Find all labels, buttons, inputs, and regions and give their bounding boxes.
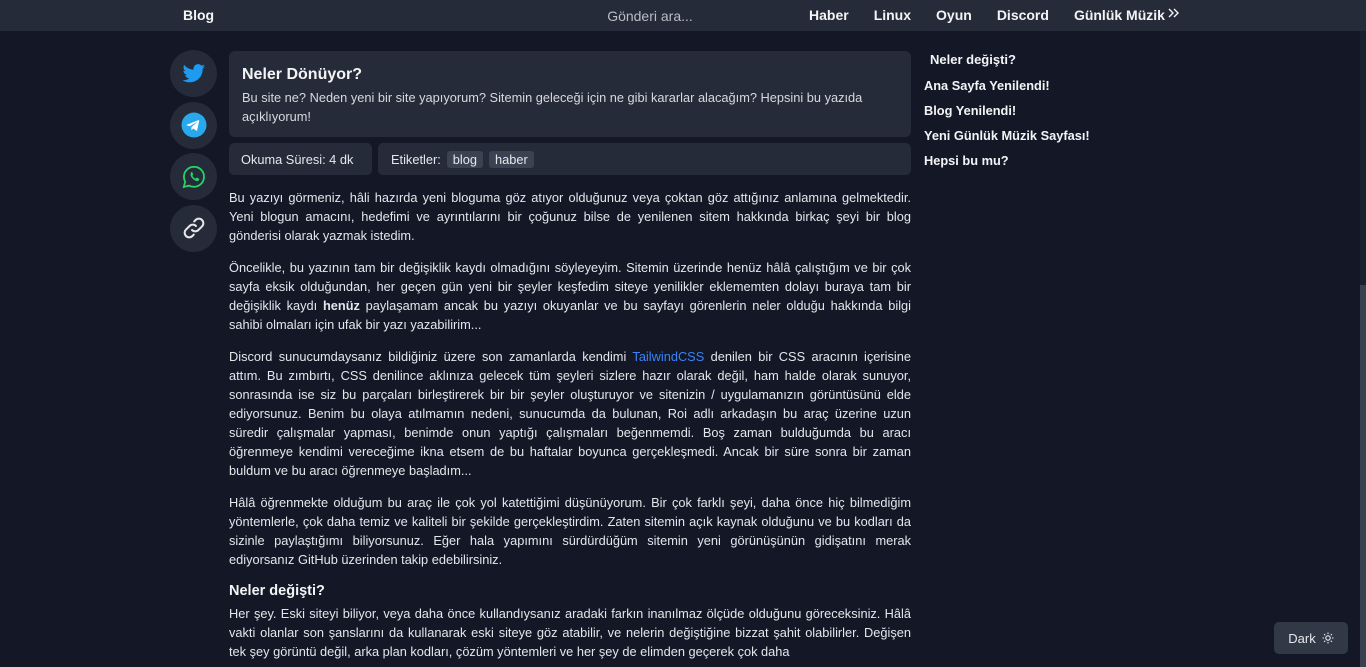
search-input[interactable]: [560, 5, 740, 26]
paragraph-1: Bu yazıyı görmeniz, hâli hazırda yeni bl…: [229, 190, 911, 244]
telegram-icon: [181, 112, 206, 138]
scrollbar-thumb[interactable]: [1360, 285, 1366, 667]
post-intro-card: Neler Dönüyor? Bu site ne? Neden yeni bi…: [229, 51, 911, 137]
brand-link[interactable]: Blog: [183, 7, 214, 23]
toc-item[interactable]: Blog Yenilendi!: [924, 103, 1124, 118]
tags-label: Etiketler:: [391, 151, 441, 167]
telegram-share-button[interactable]: [170, 101, 217, 149]
reading-time: Okuma Süresi: 4 dk: [229, 143, 372, 175]
paragraph-2: Öncelikle, bu yazının tam bir değişiklik…: [229, 258, 911, 334]
paragraph-4: Hâlâ öğrenmekte olduğum bu araç ile çok …: [229, 494, 911, 568]
post-body: Bu yazıyı görmeniz, hâli hazırda yeni bl…: [229, 188, 911, 667]
paragraph-3: Discord sunucumdaysanız bildiğiniz üzere…: [229, 347, 911, 481]
chevron-double-right-icon[interactable]: [1167, 6, 1183, 24]
theme-toggle-button[interactable]: Dark: [1274, 622, 1348, 654]
twitter-icon: [182, 63, 205, 82]
top-navbar: Blog Haber Linux Oyun Discord Günlük Müz…: [0, 0, 1366, 31]
post-description: Bu site ne? Neden yeni bir site yapıyoru…: [242, 90, 863, 124]
nav-item-linux[interactable]: Linux: [874, 7, 911, 23]
toc-heading[interactable]: Neler değişti?: [930, 52, 1124, 67]
main-nav: Haber Linux Oyun Discord Günlük Müzik: [809, 7, 1190, 23]
paragraph-3-text-start: Discord sunucumdaysanız bildiğiniz üzere…: [229, 348, 633, 364]
link-icon: [183, 217, 204, 239]
table-of-contents: Neler değişti? Ana Sayfa Yenilendi! Blog…: [924, 52, 1124, 178]
section-heading: Neler değişti?: [229, 582, 325, 599]
paragraph-5: Her şey. Eski siteyi biliyor, veya daha …: [229, 605, 911, 659]
share-buttons: [170, 50, 218, 256]
paragraph-2-bold: henüz: [322, 297, 360, 313]
copy-link-button[interactable]: [170, 204, 217, 252]
paragraph-3-text-end: denilen bir CSS aracının içerisine attım…: [229, 348, 911, 479]
sun-icon: [1322, 632, 1334, 644]
post-tags: Etiketler: blog haber: [378, 143, 911, 175]
tailwindcss-link[interactable]: TailwindCSS: [632, 349, 704, 364]
whatsapp-icon: [182, 165, 205, 188]
nav-item-discord[interactable]: Discord: [997, 7, 1049, 23]
nav-item-gunluk-muzik[interactable]: Günlük Müzik: [1074, 7, 1165, 23]
tag-haber[interactable]: haber: [489, 150, 534, 168]
toc-item[interactable]: Hepsi bu mu?: [924, 153, 1124, 168]
twitter-share-button[interactable]: [170, 50, 217, 97]
theme-toggle-label: Dark: [1288, 630, 1316, 646]
toc-item[interactable]: Ana Sayfa Yenilendi!: [924, 78, 1124, 93]
whatsapp-share-button[interactable]: [170, 153, 217, 200]
post-title: Neler Dönüyor?: [242, 66, 363, 83]
toc-item[interactable]: Yeni Günlük Müzik Sayfası!: [924, 128, 1124, 143]
nav-item-oyun[interactable]: Oyun: [936, 7, 972, 23]
nav-item-haber[interactable]: Haber: [809, 7, 849, 23]
tag-blog[interactable]: blog: [446, 150, 483, 168]
